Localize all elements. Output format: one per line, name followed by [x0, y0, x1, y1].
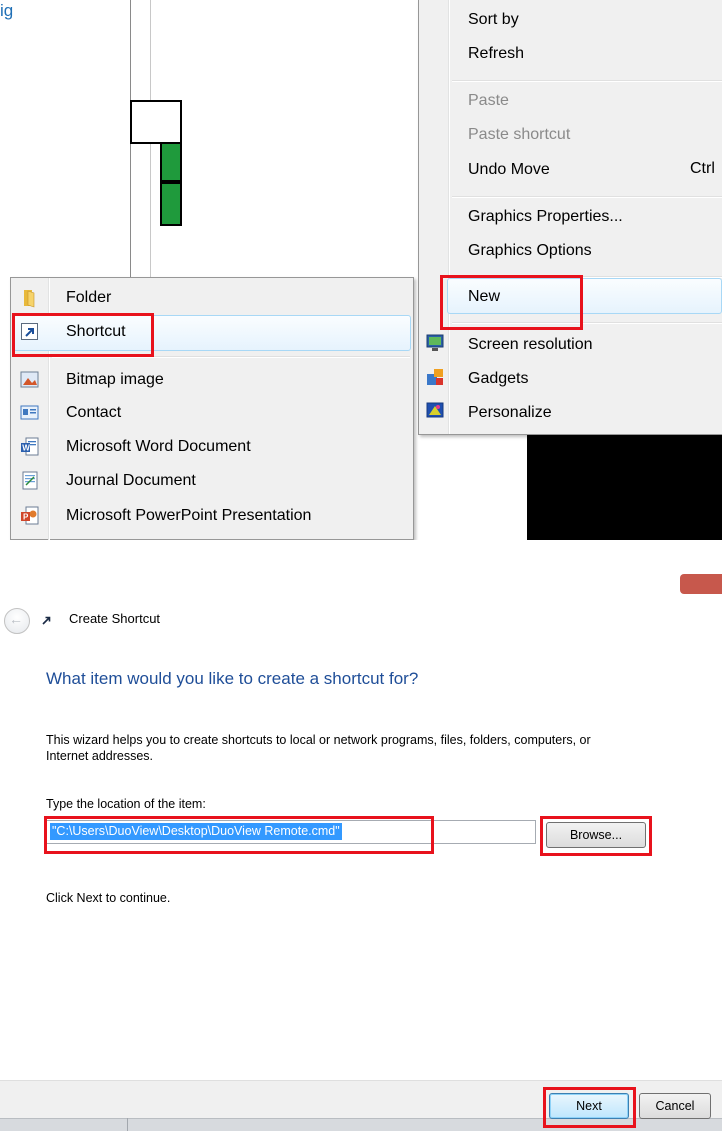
submenu-item-contact[interactable]: Contact — [66, 403, 121, 423]
menu-item-screen-resolution[interactable]: Screen resolution — [468, 335, 593, 355]
submenu-item-powerpoint-presentation[interactable]: Microsoft PowerPoint Presentation — [66, 506, 311, 526]
menu-separator — [452, 80, 722, 82]
menu-item-undo-move[interactable]: Undo Move — [468, 160, 550, 180]
annotation-highlight-shortcut — [12, 313, 154, 357]
annotation-highlight-browse — [540, 816, 652, 856]
journal-icon — [22, 471, 38, 490]
word-icon: W — [21, 437, 39, 456]
taskbar-divider — [127, 1118, 128, 1131]
desktop-context-area: ig Sort by Refresh Paste Paste shortcut … — [0, 0, 722, 540]
back-arrow-icon: ← — [9, 611, 23, 627]
cancel-button[interactable]: Cancel — [639, 1093, 711, 1119]
submenu-item-bitmap-image[interactable]: Bitmap image — [66, 370, 164, 390]
powerpoint-icon: P — [21, 506, 39, 525]
background-graphic — [160, 142, 182, 182]
folder-icon — [24, 290, 35, 308]
menu-item-personalize[interactable]: Personalize — [468, 403, 552, 423]
menu-item-gadgets[interactable]: Gadgets — [468, 369, 528, 389]
bitmap-icon — [20, 371, 39, 388]
annotation-highlight-next — [543, 1087, 636, 1128]
gadgets-icon — [427, 369, 443, 385]
menu-item-paste[interactable]: Paste — [468, 91, 509, 111]
dialog-description: This wizard helps you to create shortcut… — [46, 733, 591, 747]
menu-gutter — [449, 0, 450, 434]
submenu-item-journal-document[interactable]: Journal Document — [66, 471, 196, 491]
submenu-item-folder[interactable]: Folder — [66, 288, 111, 308]
cropped-heading-fragment: ig — [0, 1, 14, 20]
background-desktop-region — [527, 434, 722, 540]
continue-instruction: Click Next to continue. — [46, 891, 171, 905]
dialog-description: Internet addresses. — [46, 749, 154, 763]
background-graphic — [130, 100, 182, 144]
menu-item-refresh[interactable]: Refresh — [468, 44, 524, 64]
location-field-label: Type the location of the item: — [46, 797, 206, 811]
menu-item-sort-by[interactable]: Sort by — [468, 10, 519, 30]
submenu-item-word-document[interactable]: Microsoft Word Document — [66, 437, 251, 457]
close-button[interactable] — [680, 574, 722, 594]
menu-item-graphics-options[interactable]: Graphics Options — [468, 241, 592, 261]
personalize-icon — [426, 402, 444, 418]
dialog-heading: What item would you like to create a sho… — [46, 669, 419, 688]
annotation-highlight-location — [44, 816, 434, 854]
contact-icon — [20, 405, 39, 420]
dialog-title: Create Shortcut — [69, 611, 161, 626]
annotation-highlight-new — [440, 275, 583, 330]
shortcut-icon — [42, 616, 51, 625]
menu-item-paste-shortcut[interactable]: Paste shortcut — [468, 125, 570, 145]
background-graphic — [160, 182, 182, 226]
menu-item-shortcut-key: Ctrl — [690, 160, 715, 177]
menu-separator — [452, 196, 722, 198]
svg-text:W: W — [22, 444, 30, 453]
menu-item-graphics-properties[interactable]: Graphics Properties... — [468, 207, 623, 227]
monitor-icon — [426, 334, 444, 351]
svg-text:P: P — [23, 513, 29, 522]
